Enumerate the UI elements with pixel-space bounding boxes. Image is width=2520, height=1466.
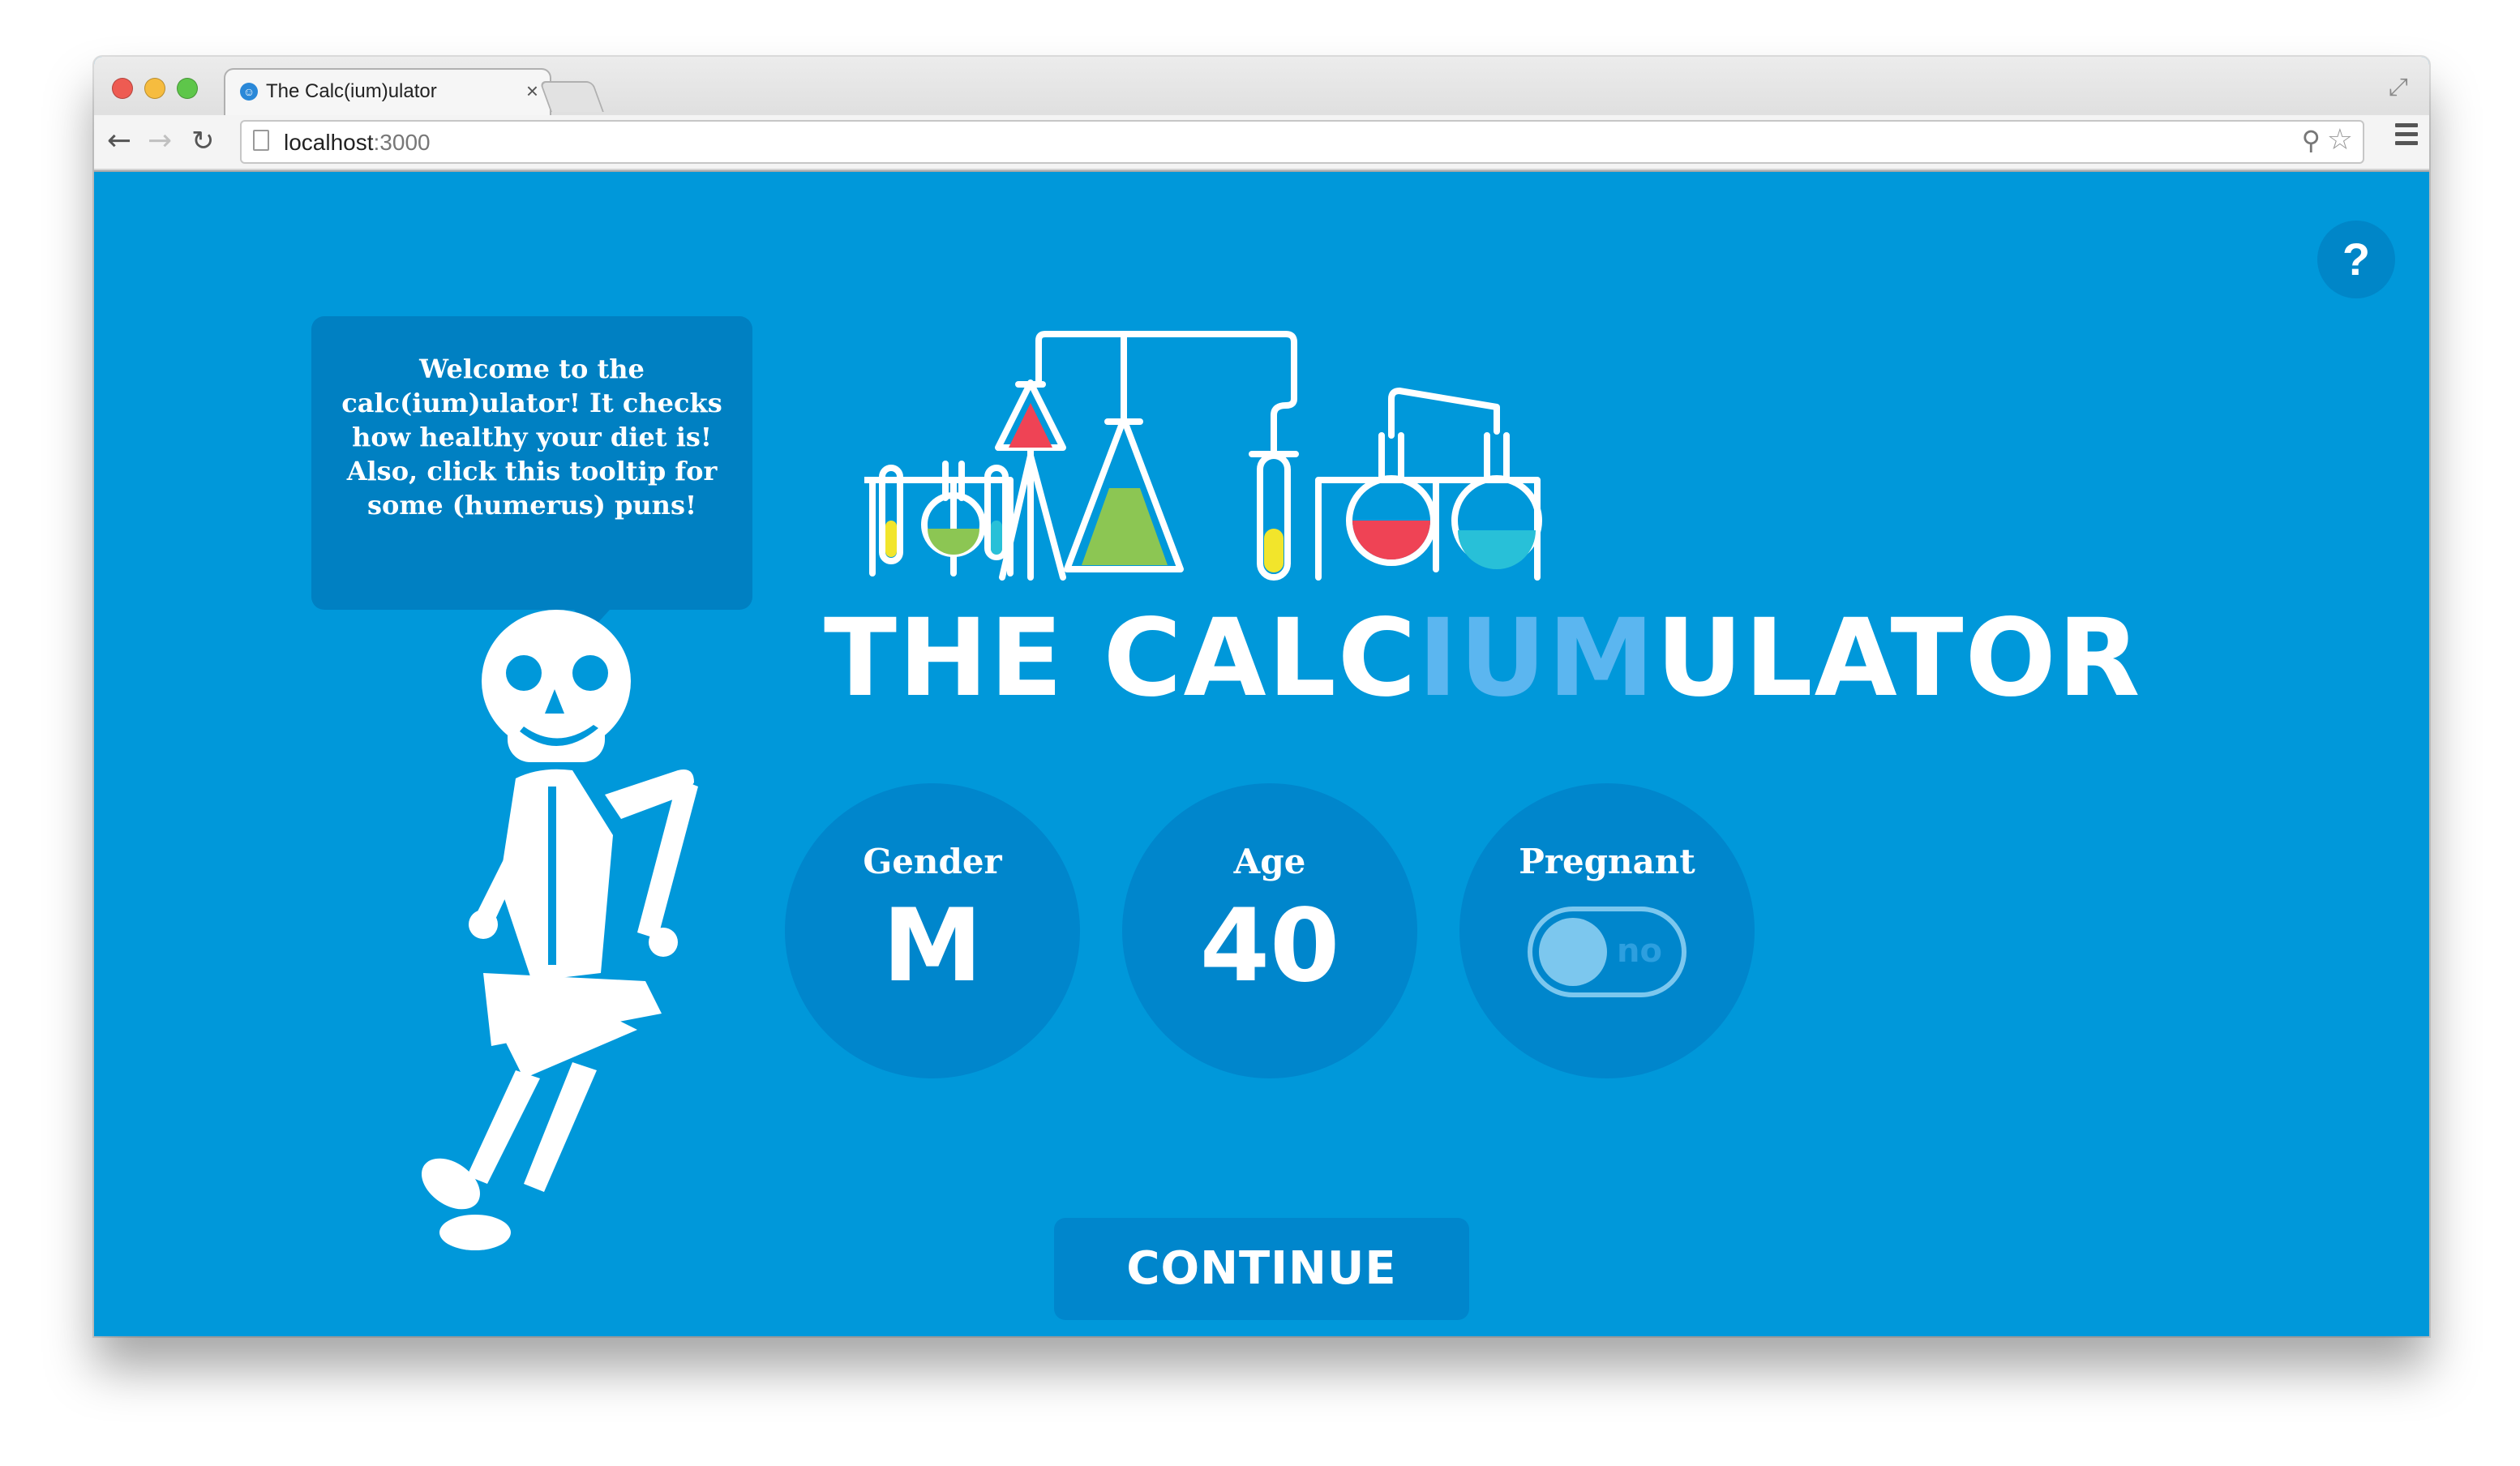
tab-close-icon[interactable]: ×	[526, 79, 538, 104]
browser-titlebar: ☺ The Calc(ium)ulator × ⤢ ← → ↻ localhos…	[94, 57, 2429, 172]
title-accent: IUM	[1417, 596, 1656, 721]
window-maximize-button[interactable]	[177, 78, 198, 99]
toggle-state-text: no	[1617, 932, 1662, 970]
new-tab-button[interactable]	[539, 81, 604, 112]
app-page: ? Welcome to the calc(ium)ulator! It che…	[94, 172, 2429, 1336]
age-selector[interactable]: Age 40	[1122, 783, 1417, 1078]
gender-selector[interactable]: Gender M	[785, 783, 1080, 1078]
forward-arrow-icon[interactable]: →	[148, 122, 172, 161]
window-minimize-button[interactable]	[144, 78, 165, 99]
url-host: localhost	[284, 130, 374, 155]
browser-toolbar: ← → ↻ localhost:3000 ⚲ ☆	[94, 115, 2429, 169]
gender-value[interactable]: M	[785, 894, 1080, 999]
browser-tab[interactable]: ☺ The Calc(ium)ulator ×	[224, 68, 551, 115]
zoom-icon[interactable]: ⚲	[2302, 125, 2321, 156]
age-value[interactable]: 40	[1122, 894, 1417, 999]
continue-button[interactable]: CONTINUE	[1054, 1218, 1469, 1320]
window-close-button[interactable]	[112, 78, 133, 99]
tooltip-text: Welcome to the calc(ium)ulator! It check…	[341, 354, 722, 521]
page-icon	[253, 130, 269, 151]
fullscreen-icon[interactable]: ⤢	[2389, 73, 2408, 101]
url-port: :3000	[373, 130, 431, 155]
url-text[interactable]: localhost:3000	[284, 130, 431, 156]
favicon-icon: ☺	[240, 83, 258, 101]
reload-icon[interactable]: ↻	[191, 122, 215, 161]
age-label: Age	[1233, 842, 1306, 881]
title-end: ULATOR	[1656, 596, 2142, 721]
back-arrow-icon[interactable]: ←	[107, 122, 131, 161]
browser-window: ☺ The Calc(ium)ulator × ⤢ ← → ↻ localhos…	[94, 57, 2429, 1336]
address-bar[interactable]: localhost:3000 ⚲ ☆	[240, 120, 2364, 164]
lab-glassware-logo	[864, 331, 1542, 581]
pregnant-selector: Pregnant no	[1459, 783, 1755, 1078]
pregnant-toggle[interactable]: no	[1528, 907, 1686, 997]
pregnant-label: Pregnant	[1519, 842, 1695, 881]
help-button[interactable]: ?	[2317, 221, 2395, 298]
hamburger-menu-icon[interactable]	[2395, 123, 2418, 150]
toggle-knob[interactable]	[1539, 918, 1607, 986]
tab-title: The Calc(ium)ulator	[266, 80, 437, 102]
star-icon[interactable]: ☆	[2327, 123, 2353, 156]
gender-label: Gender	[863, 842, 1002, 881]
welcome-tooltip[interactable]: Welcome to the calc(ium)ulator! It check…	[311, 316, 752, 629]
app-title: THE CALCIUMULATOR	[824, 602, 2140, 715]
